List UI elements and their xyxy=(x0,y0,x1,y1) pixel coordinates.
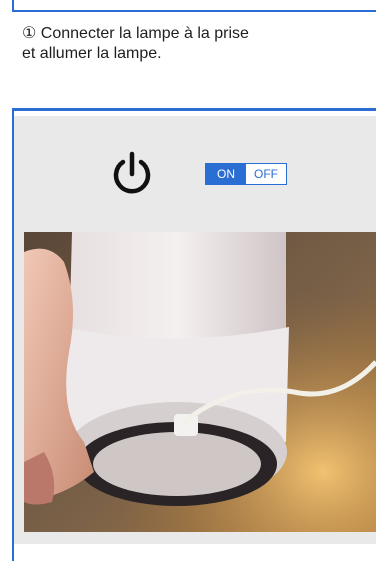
instruction-card: ① Connecter la lampe à la prise et allum… xyxy=(12,10,376,111)
instruction-page: ① Connecter la lampe à la prise et allum… xyxy=(0,0,376,561)
switch-off-label: OFF xyxy=(246,164,286,184)
power-icon xyxy=(113,151,151,194)
step-instruction-text: ① Connecter la lampe à la prise et allum… xyxy=(22,25,249,62)
on-off-switch: ON OFF xyxy=(205,163,287,185)
switch-on-label: ON xyxy=(206,164,246,184)
lamp-photo xyxy=(24,232,376,532)
